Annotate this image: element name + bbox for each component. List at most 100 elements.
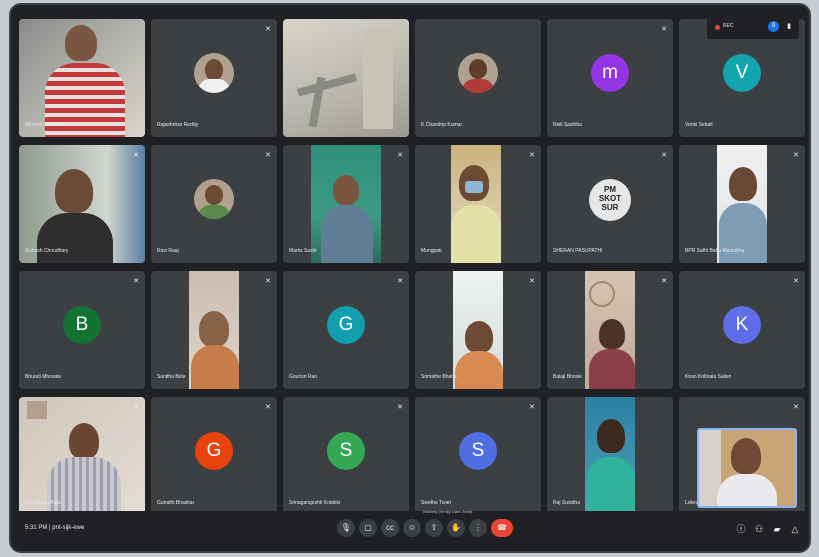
mic-off-icon: ✕ — [661, 152, 667, 159]
participant-tile[interactable]: ✕ Guhash Choudhary — [19, 145, 145, 263]
avatar — [458, 53, 498, 93]
participant-name: K Chandrip Kumar — [421, 122, 463, 128]
participant-name: Gourisri Rao — [289, 374, 318, 380]
video-feed — [283, 19, 409, 137]
participant-name: Nisli Sashiba — [553, 122, 582, 128]
emoji-button[interactable]: ☺ — [403, 519, 421, 537]
participant-name: Mungpati — [421, 248, 442, 254]
mic-off-icon: ✕ — [133, 278, 139, 285]
mic-button[interactable]: 🎙 — [337, 519, 355, 537]
video-feed — [453, 271, 503, 389]
recording-indicator: REC 9 ▮ — [707, 15, 799, 39]
mic-off-icon: ✕ — [265, 152, 271, 159]
participant-name: Bhurati Mhosale — [25, 374, 62, 380]
avatar: S — [327, 432, 365, 470]
mic-off-icon: ✕ — [661, 278, 667, 285]
participant-tile[interactable]: m ✕ Nisli Sashiba — [547, 19, 673, 137]
participant-tile[interactable]: Raj Susidha — [547, 397, 673, 515]
mic-off-icon: ✕ — [133, 152, 139, 159]
participant-name: Minnesh Basheesh — [25, 122, 68, 128]
participant-tile[interactable]: ✕ Rajashekar Reddy — [151, 19, 277, 137]
mic-off-icon: ✕ — [793, 278, 799, 285]
mic-off-icon: ✕ — [529, 404, 535, 411]
participant-tile[interactable]: S ✕ Swetha Tivari — [415, 397, 541, 515]
participant-name: Swetha Tivari — [421, 500, 452, 506]
mic-off-icon: ✕ — [397, 404, 403, 411]
participant-name: Ravi Madu Babu — [25, 500, 62, 506]
participant-tile[interactable]: Minnesh Basheesh — [19, 19, 145, 137]
mic-off-icon: ✕ — [265, 278, 271, 285]
mic-off-icon: ✕ — [661, 26, 667, 33]
participant-tile[interactable]: G ✕ Gunathi Bhaskar — [151, 397, 277, 515]
participant-name: SHERAN PASUPATHI — [553, 248, 603, 254]
avatar: V — [723, 54, 761, 92]
participant-name: Marks Sushi — [289, 248, 317, 254]
shield-icon[interactable]: ▮ — [785, 22, 793, 31]
avatar: G — [195, 432, 233, 470]
bottom-bar: 5:31 PM | pnt-sijk-ewe Nishiray (Venky L… — [11, 509, 809, 551]
participant-name: Ravi Raaj — [157, 248, 179, 254]
hang-up-button[interactable]: ☎ — [491, 519, 513, 537]
raise-hand-button[interactable]: ✋ — [447, 519, 465, 537]
participant-tile[interactable]: G ✕ Gourisri Rao — [283, 271, 409, 389]
more-options-button[interactable]: ⋮ — [469, 519, 487, 537]
participant-tile[interactable]: ✕ Marks Sushi — [283, 145, 409, 263]
participant-tile[interactable]: ✕ Sunitha Birla — [151, 271, 277, 389]
participant-tile[interactable]: ✕ Ravi Raaj — [151, 145, 277, 263]
tooltip: Nishiray (Venky Liam Joshi) — [423, 509, 473, 514]
participant-name: Srinagarajeshti Kotakki — [289, 500, 341, 506]
camera-button[interactable]: ▢ — [359, 519, 377, 537]
participant-tile[interactable]: PM SKOT SUR ✕ SHERAN PASUPATHI — [547, 145, 673, 263]
participant-tile[interactable]: B ✕ Bhurati Mhosale — [19, 271, 145, 389]
participant-tile[interactable] — [283, 19, 409, 137]
video-feed — [717, 145, 767, 263]
avatar: m — [591, 54, 629, 92]
video-feed — [19, 19, 145, 137]
participant-tile[interactable]: K ✕ Kiran Koltirala Sailen — [679, 271, 805, 389]
meeting-code[interactable]: pnt-sijk-ewe — [52, 525, 84, 531]
meeting-info: 5:31 PM | pnt-sijk-ewe — [25, 525, 84, 531]
avatar — [194, 179, 234, 219]
avatar: PM SKOT SUR — [589, 179, 631, 221]
mic-off-icon: ✕ — [265, 26, 271, 33]
participant-tile[interactable]: ✕ Srimathe Bhatia — [415, 271, 541, 389]
captions-button[interactable]: cc — [381, 519, 399, 537]
present-button[interactable]: ⇧ — [425, 519, 443, 537]
mic-off-icon: ✕ — [265, 404, 271, 411]
activities-icon[interactable]: △ — [789, 523, 801, 535]
participant-name: Balaji Bhosle — [553, 374, 582, 380]
record-dot-icon — [715, 25, 720, 30]
participant-name: Gunathi Bhaskar — [157, 500, 195, 506]
mic-off-icon: ✕ — [529, 278, 535, 285]
participant-tile[interactable]: ✕ Mungpati — [415, 145, 541, 263]
video-feed — [585, 397, 635, 515]
people-badge[interactable]: 9 — [768, 21, 779, 32]
meet-window: Minnesh Basheesh ✕ Rajashekar Reddy K Ch — [9, 3, 811, 553]
mic-off-icon: ✕ — [793, 404, 799, 411]
mic-off-icon: ✕ — [397, 278, 403, 285]
video-feed — [19, 145, 145, 263]
mic-off-icon: ✕ — [133, 404, 139, 411]
participant-name: Kiran Koltirala Sailen — [685, 374, 732, 380]
participant-tile[interactable]: ✕ Balaji Bhosle — [547, 271, 673, 389]
participant-name: Srimathe Bhatia — [421, 374, 457, 380]
mic-off-icon: ✕ — [793, 152, 799, 159]
participant-name: Sunitha Birla — [157, 374, 186, 380]
mic-off-icon: ✕ — [397, 152, 403, 159]
info-icon[interactable]: ⓘ — [735, 523, 747, 535]
participant-tile[interactable]: S ✕ Srinagarajeshti Kotakki — [283, 397, 409, 515]
chat-icon[interactable]: ▰ — [771, 523, 783, 535]
participant-name: Raj Susidha — [553, 500, 580, 506]
avatar: S — [459, 432, 497, 470]
participant-name: BPR Sathi Babu Mazurkha — [685, 248, 745, 254]
participant-tile[interactable]: K Chandrip Kumar — [415, 19, 541, 137]
video-feed — [189, 271, 239, 389]
participant-tile[interactable]: ✕ Ravi Madu Babu — [19, 397, 145, 515]
participant-name: Venki Seball — [685, 122, 713, 128]
avatar: G — [327, 306, 365, 344]
self-view[interactable] — [697, 428, 797, 508]
participant-tile[interactable]: ✕ BPR Sathi Babu Mazurkha — [679, 145, 805, 263]
participant-name: Guhash Choudhary — [25, 248, 69, 254]
participant-grid: Minnesh Basheesh ✕ Rajashekar Reddy K Ch — [19, 19, 809, 515]
people-icon[interactable]: ⚇ — [753, 523, 765, 535]
